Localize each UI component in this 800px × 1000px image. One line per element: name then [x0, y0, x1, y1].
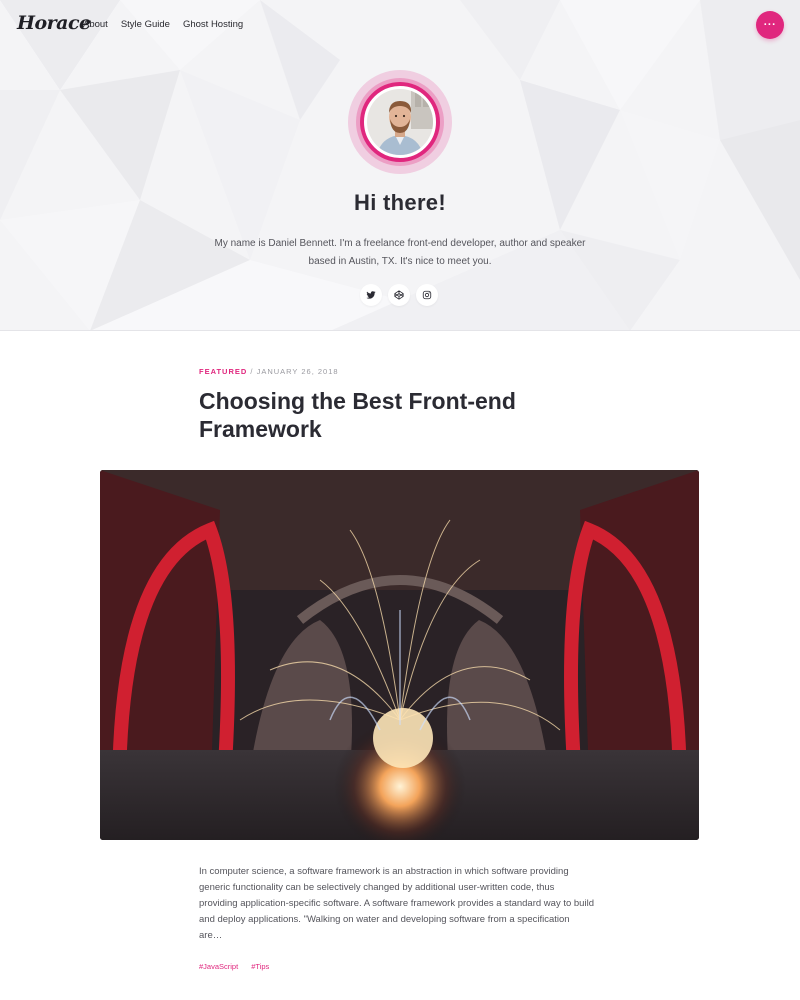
- avatar-portrait: [367, 89, 433, 155]
- post-excerpt: In computer science, a software framewor…: [199, 866, 594, 941]
- codepen-icon: [394, 290, 404, 300]
- site-logo[interactable]: Horace: [17, 12, 91, 34]
- codepen-link[interactable]: [388, 284, 410, 306]
- tag-javascript[interactable]: #JavaScript: [199, 962, 238, 971]
- instagram-icon: [422, 290, 432, 300]
- featured-label[interactable]: Featured: [199, 367, 247, 376]
- site-header: Horace About Style Guide Ghost Hosting ·…: [0, 0, 800, 331]
- post-title[interactable]: Choosing the Best Front-end Framework: [199, 387, 619, 443]
- more-menu-button[interactable]: ···: [756, 11, 784, 39]
- main-nav: About Style Guide Ghost Hosting: [83, 19, 256, 30]
- post-date: January 26, 2018: [256, 367, 339, 376]
- post-tags: #JavaScript #Tips: [199, 962, 269, 971]
- nav-item-ghost-hosting[interactable]: Ghost Hosting: [183, 19, 243, 30]
- nav-item-about[interactable]: About: [83, 19, 108, 30]
- tag-tips[interactable]: #Tips: [251, 962, 269, 971]
- post-meta: Featured / January 26, 2018: [199, 367, 339, 376]
- light-painting-photo: [100, 470, 699, 840]
- post-feature-image[interactable]: [100, 470, 699, 840]
- meta-separator: /: [250, 367, 254, 376]
- instagram-link[interactable]: [416, 284, 438, 306]
- more-icon: ···: [763, 19, 777, 31]
- hero-bio: My name is Daniel Bennett. I'm a freelan…: [214, 238, 586, 267]
- avatar-ring: [348, 70, 452, 174]
- twitter-icon: [366, 291, 376, 299]
- nav-item-style-guide[interactable]: Style Guide: [121, 19, 170, 30]
- hero-title: Hi there!: [354, 190, 446, 215]
- avatar: [364, 86, 436, 158]
- twitter-link[interactable]: [360, 284, 382, 306]
- social-links: [360, 284, 438, 306]
